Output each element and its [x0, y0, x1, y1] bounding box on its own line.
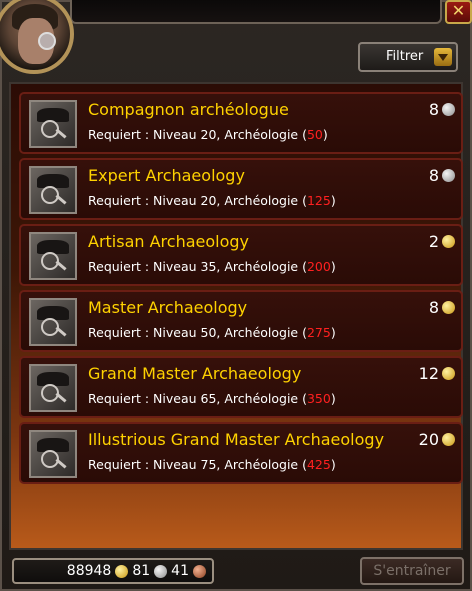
skill-row[interactable]: Compagnon archéologue Requiert : Niveau …	[19, 92, 463, 154]
archaeology-icon	[29, 166, 77, 214]
skill-requirement: Requiert : Niveau 20, Archéologie (50)	[88, 127, 328, 142]
skill-list: Compagnon archéologue Requiert : Niveau …	[9, 82, 463, 550]
skill-requirement: Requiert : Niveau 35, Archéologie (200)	[88, 259, 336, 274]
skill-name: Compagnon archéologue	[88, 100, 289, 119]
skill-cost: 2	[429, 232, 455, 251]
skill-requirement: Requiert : Niveau 50, Archéologie (275)	[88, 325, 336, 340]
skill-requirement: Requiert : Niveau 75, Archéologie (425)	[88, 457, 336, 472]
gold-coin-icon	[442, 235, 455, 248]
skill-cost: 8	[429, 298, 455, 317]
gold-coin-icon	[442, 367, 455, 380]
skill-name: Illustrious Grand Master Archaeology	[88, 430, 385, 449]
skill-name: Grand Master Archaeology	[88, 364, 302, 383]
skill-row[interactable]: Expert Archaeology Requiert : Niveau 20,…	[19, 158, 463, 220]
title-bar	[70, 0, 442, 24]
skill-row[interactable]: Grand Master Archaeology Requiert : Nive…	[19, 356, 463, 418]
required-rank: 350	[306, 391, 331, 406]
required-rank: 50	[306, 127, 323, 142]
skill-name: Expert Archaeology	[88, 166, 245, 185]
gold-amount: 88948	[66, 563, 112, 579]
required-rank: 200	[306, 259, 331, 274]
gold-coin-icon	[442, 301, 455, 314]
skill-requirement: Requiert : Niveau 65, Archéologie (350)	[88, 391, 336, 406]
skill-name: Master Archaeology	[88, 298, 248, 317]
gold-coin-icon	[442, 433, 455, 446]
archaeology-icon	[29, 430, 77, 478]
skill-cost: 12	[419, 364, 455, 383]
silver-coin-icon	[442, 169, 455, 182]
required-rank: 425	[306, 457, 331, 472]
skill-row[interactable]: Master Archaeology Requiert : Niveau 50,…	[19, 290, 463, 352]
close-icon: ✕	[451, 1, 466, 20]
archaeology-icon	[29, 364, 77, 412]
required-rank: 125	[306, 193, 331, 208]
archaeology-icon	[29, 232, 77, 280]
silver-amount: 81	[132, 563, 151, 579]
filter-label: Filtrer	[386, 49, 424, 64]
skill-cost: 8	[429, 100, 455, 119]
skill-cost: 20	[419, 430, 455, 449]
filter-dropdown[interactable]: Filtrer	[358, 42, 458, 72]
skill-row[interactable]: Illustrious Grand Master Archaeology Req…	[19, 422, 463, 484]
close-button[interactable]: ✕	[445, 0, 472, 24]
copper-coin-icon	[193, 564, 206, 578]
chevron-down-icon	[434, 48, 452, 66]
gold-coin-icon	[115, 564, 129, 578]
archaeology-icon	[29, 298, 77, 346]
silver-coin-icon	[154, 564, 168, 578]
money-display: 88948 81 41	[12, 558, 214, 584]
skill-requirement: Requiert : Niveau 20, Archéologie (125)	[88, 193, 336, 208]
skill-row[interactable]: Artisan Archaeology Requiert : Niveau 35…	[19, 224, 463, 286]
copper-amount: 41	[171, 563, 189, 579]
archaeology-icon	[29, 100, 77, 148]
skill-name: Artisan Archaeology	[88, 232, 250, 251]
train-button[interactable]: S'entraîner	[360, 557, 464, 585]
skill-cost: 8	[429, 166, 455, 185]
silver-coin-icon	[442, 103, 455, 116]
required-rank: 275	[306, 325, 331, 340]
